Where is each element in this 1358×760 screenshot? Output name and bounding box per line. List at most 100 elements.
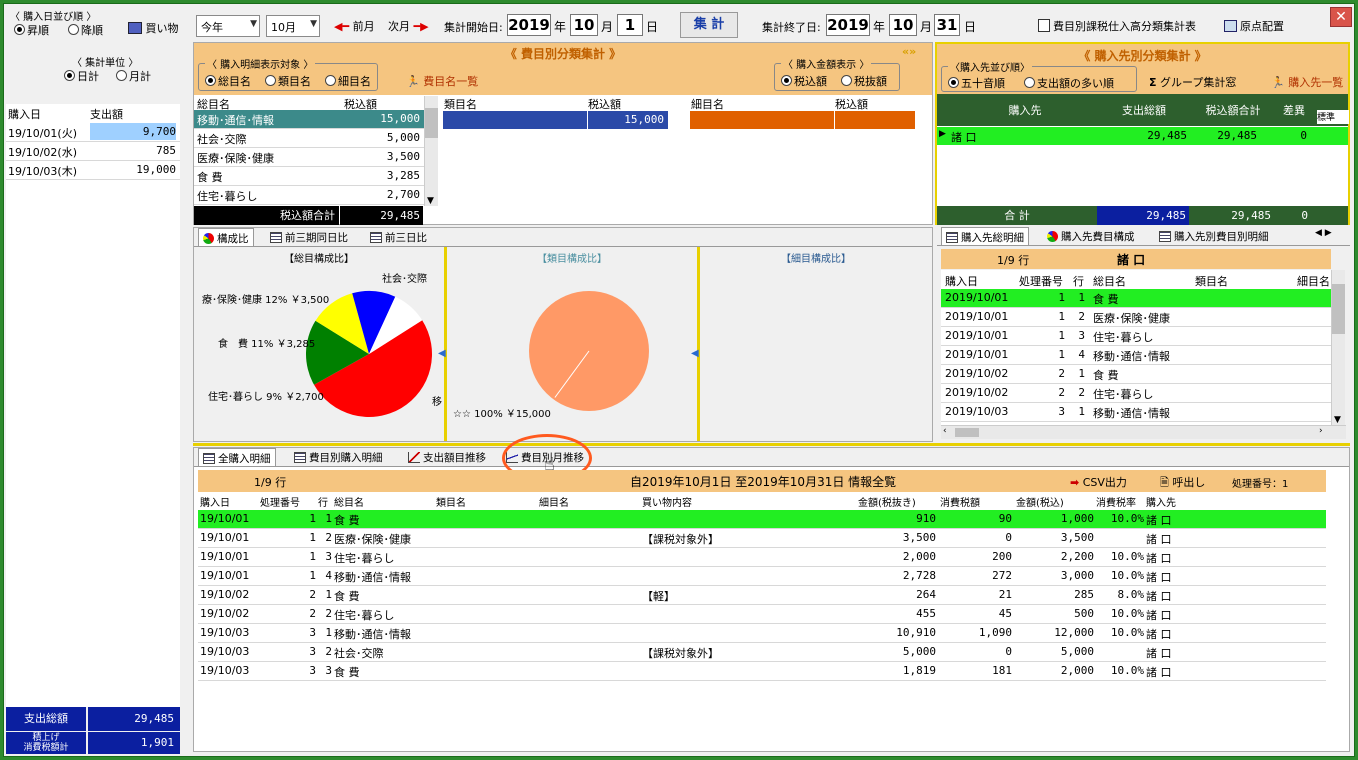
category-list-button[interactable]: 🏃 費目名一覧	[406, 73, 478, 89]
vendor-detail-hscroll[interactable]: ‹ ›	[941, 425, 1346, 439]
start-month-field[interactable]: 10	[570, 14, 598, 36]
cell-4: 医療･保険･健康	[334, 533, 411, 546]
table-row[interactable]: 19/10/03 3 2 社会･交際 【課税対象外】 5,000 0 5,000 諸 口	[198, 643, 1326, 662]
category-row[interactable]: 社会･交際 5,000	[194, 129, 424, 148]
category-row-value: 2,700	[386, 188, 420, 201]
csv-output-button[interactable]: ➡ CSV出力	[1070, 474, 1127, 490]
grid-icon	[1224, 20, 1237, 32]
table-row[interactable]: 19/10/03 3 1 移動･通信･情報 10,910 1,090 12,000 10.0%…	[198, 624, 1326, 643]
bottom-table: 19/10/01 1 1 食 費 910 90 1,000 10.0% 諸 口 19/10/01 1…	[198, 510, 1326, 690]
col-header-10: 金額(税込)	[1016, 498, 1064, 509]
chart-panel: 構成比 前三期同日比 前三日比 【総目構成比】 社会･交際 療･保険･健康 12…	[193, 227, 933, 442]
aggregate-button[interactable]: 集 計	[680, 12, 738, 38]
vendor-detail-row[interactable]: 2019/10/01 1 2 医療･保険･健康	[941, 308, 1331, 327]
month-combo[interactable]: 10月 ▼	[266, 15, 320, 37]
cell-12: 諸 口	[1146, 552, 1172, 565]
col-header-12: 購入先	[1146, 498, 1176, 509]
category-row[interactable]: 医療･保険･健康 3,500	[194, 148, 424, 167]
cell-3: 1	[325, 588, 332, 601]
shopping-icon	[128, 22, 142, 34]
tab-vendor-category[interactable]: 購入先費目構成	[1043, 227, 1139, 245]
close-icon[interactable]: ✕	[1330, 7, 1352, 27]
cell-8: 1,819	[902, 664, 936, 677]
table-row[interactable]: 19/10/01 1 4 移動･通信･情報 2,728 272 3,000 10.0% 諸 口	[198, 567, 1326, 586]
opt-tax-in-radio[interactable]: 税込額	[781, 73, 827, 89]
tab-category-purchases[interactable]: 費目別購入明細	[290, 448, 387, 466]
chevron-down-icon: ▼	[1334, 415, 1341, 425]
start-day-field[interactable]: 1	[617, 14, 643, 36]
opt-gojuon-radio[interactable]: 五十音順	[948, 75, 1005, 91]
group-total-button[interactable]: Σ グループ集計窓	[1149, 74, 1236, 90]
cell-7: 【課税対象外】	[642, 647, 719, 660]
vendor-detail-row[interactable]: 2019/10/02 2 1 食 費	[941, 365, 1331, 384]
end-day-field[interactable]: 31	[934, 14, 960, 36]
report-button[interactable]: 費目別課税仕入高分類集計表	[1038, 18, 1196, 34]
total-value: 29,485	[88, 707, 180, 731]
opt-amount-radio[interactable]: 支出額の多い順	[1024, 75, 1114, 91]
ruimoku-row[interactable]	[443, 111, 587, 129]
table-row[interactable]: 19/10/02 2 1 食 費【軽】 264 21 285 8.0% 諸 口	[198, 586, 1326, 605]
vendor-sum-total: 29,485	[1097, 206, 1189, 225]
vendor-detail-row[interactable]: 2019/10/01 1 4 移動･通信･情報	[941, 346, 1331, 365]
row-line: 1	[1078, 291, 1085, 304]
daily-row[interactable]: 19/10/03(木) 19,000	[6, 161, 180, 180]
table-row[interactable]: 19/10/01 1 1 食 費 910 90 1,000 10.0% 諸 口	[198, 510, 1326, 529]
bottom-info: 自2019年10月1日 至2019年10月31日 情報全覧	[630, 475, 897, 489]
vendor-list-button[interactable]: 🏃 購入先一覧	[1271, 74, 1343, 90]
category-row[interactable]: 食 費 3,285	[194, 167, 424, 186]
end-year-field[interactable]: 2019	[826, 14, 870, 36]
daily-row[interactable]: 19/10/02(水) 785	[6, 142, 180, 161]
end-month-field[interactable]: 10	[889, 14, 917, 36]
splitter-arrow-icon[interactable]: ◀	[438, 348, 446, 359]
start-year-field[interactable]: 2019	[507, 14, 551, 36]
shopping-button[interactable]: 買い物	[128, 20, 179, 36]
sort-desc-radio[interactable]: 降順	[68, 22, 103, 38]
sort-asc-radio[interactable]: 昇順	[14, 22, 49, 38]
vendor-detail-row[interactable]: 2019/10/02 2 2 住宅･暮らし	[941, 384, 1331, 403]
vendor-detail-row[interactable]: 2019/10/03 3 1 移動･通信･情報	[941, 403, 1331, 422]
row-pointer-icon: ▶	[939, 129, 946, 139]
table-row[interactable]: 19/10/01 1 2 医療･保険･健康 【課税対象外】 3,500 0 3,500 諸 口	[198, 529, 1326, 548]
tab-all-purchases[interactable]: 全購入明細	[198, 448, 276, 466]
category-row[interactable]: 住宅･暮らし 2,700	[194, 186, 424, 205]
tab-prev-period[interactable]: 前三期同日比	[266, 228, 352, 246]
prev-month-button[interactable]: ◀━ 前月	[334, 18, 375, 34]
unit-daily-radio[interactable]: 日計	[64, 68, 99, 84]
tab-vendor-category-detail[interactable]: 購入先別費目別明細	[1155, 227, 1273, 245]
splitter-arrow-icon[interactable]: ◀	[691, 348, 699, 359]
layout-button[interactable]: 原点配置	[1224, 18, 1284, 34]
saimoku-row[interactable]	[690, 111, 834, 129]
tab-composition[interactable]: 構成比	[198, 228, 254, 246]
cell-8: 455	[916, 607, 936, 620]
tab-scroll-icon[interactable]: ◀ ▶	[1315, 228, 1332, 238]
next-month-button[interactable]: 次月 ━▶	[388, 18, 429, 34]
recall-button[interactable]: 🗎 呼出し	[1160, 474, 1205, 493]
cell-9: 1,090	[978, 626, 1012, 639]
pie-label-iryo: 療･保険･健康 12% ￥3,500	[202, 295, 330, 306]
opt-ruimoku-radio[interactable]: 類目名	[265, 73, 311, 89]
table-row[interactable]: 19/10/03 3 3 食 費 1,819 181 2,000 10.0% 諸 口	[198, 662, 1326, 681]
vendor-detail-row[interactable]: 2019/10/01 1 1 食 費	[941, 289, 1331, 308]
unit-monthly-radio[interactable]: 月計	[116, 68, 151, 84]
opt-saimoku-radio[interactable]: 細目名	[325, 73, 371, 89]
cell-1: 19/10/01	[200, 531, 250, 544]
tab-expense-trend[interactable]: 支出額目推移	[404, 448, 490, 466]
table-icon	[270, 232, 282, 243]
vendor-detail-vscroll[interactable]: ▼	[1331, 270, 1345, 425]
category-scrollbar[interactable]: ▼	[424, 96, 438, 206]
opt-soumoku-radio[interactable]: 総目名	[205, 73, 251, 89]
daily-row[interactable]: 19/10/01(火) 9,700	[6, 123, 180, 142]
period-combo[interactable]: 今年 ▼	[196, 15, 260, 37]
table-row[interactable]: 19/10/01 1 3 住宅･暮らし 2,000 200 2,200 10.0% 諸 口	[198, 548, 1326, 567]
tab-prev-day[interactable]: 前三日比	[366, 228, 431, 246]
category-row[interactable]: 移動･通信･情報 15,000	[194, 110, 424, 129]
cell-8: 5,000	[902, 645, 936, 658]
vendor-detail-row[interactable]: 2019/10/01 1 3 住宅･暮らし	[941, 327, 1331, 346]
tab-vendor-all[interactable]: 購入先総明細	[941, 227, 1029, 245]
collapse-icon[interactable]: «»	[902, 45, 916, 58]
row-name: 食 費	[1093, 369, 1119, 382]
table-icon	[203, 453, 215, 464]
cell-8: 10,910	[896, 626, 936, 639]
table-row[interactable]: 19/10/02 2 2 住宅･暮らし 455 45 500 10.0% 諸 口	[198, 605, 1326, 624]
opt-tax-out-radio[interactable]: 税抜額	[841, 73, 887, 89]
